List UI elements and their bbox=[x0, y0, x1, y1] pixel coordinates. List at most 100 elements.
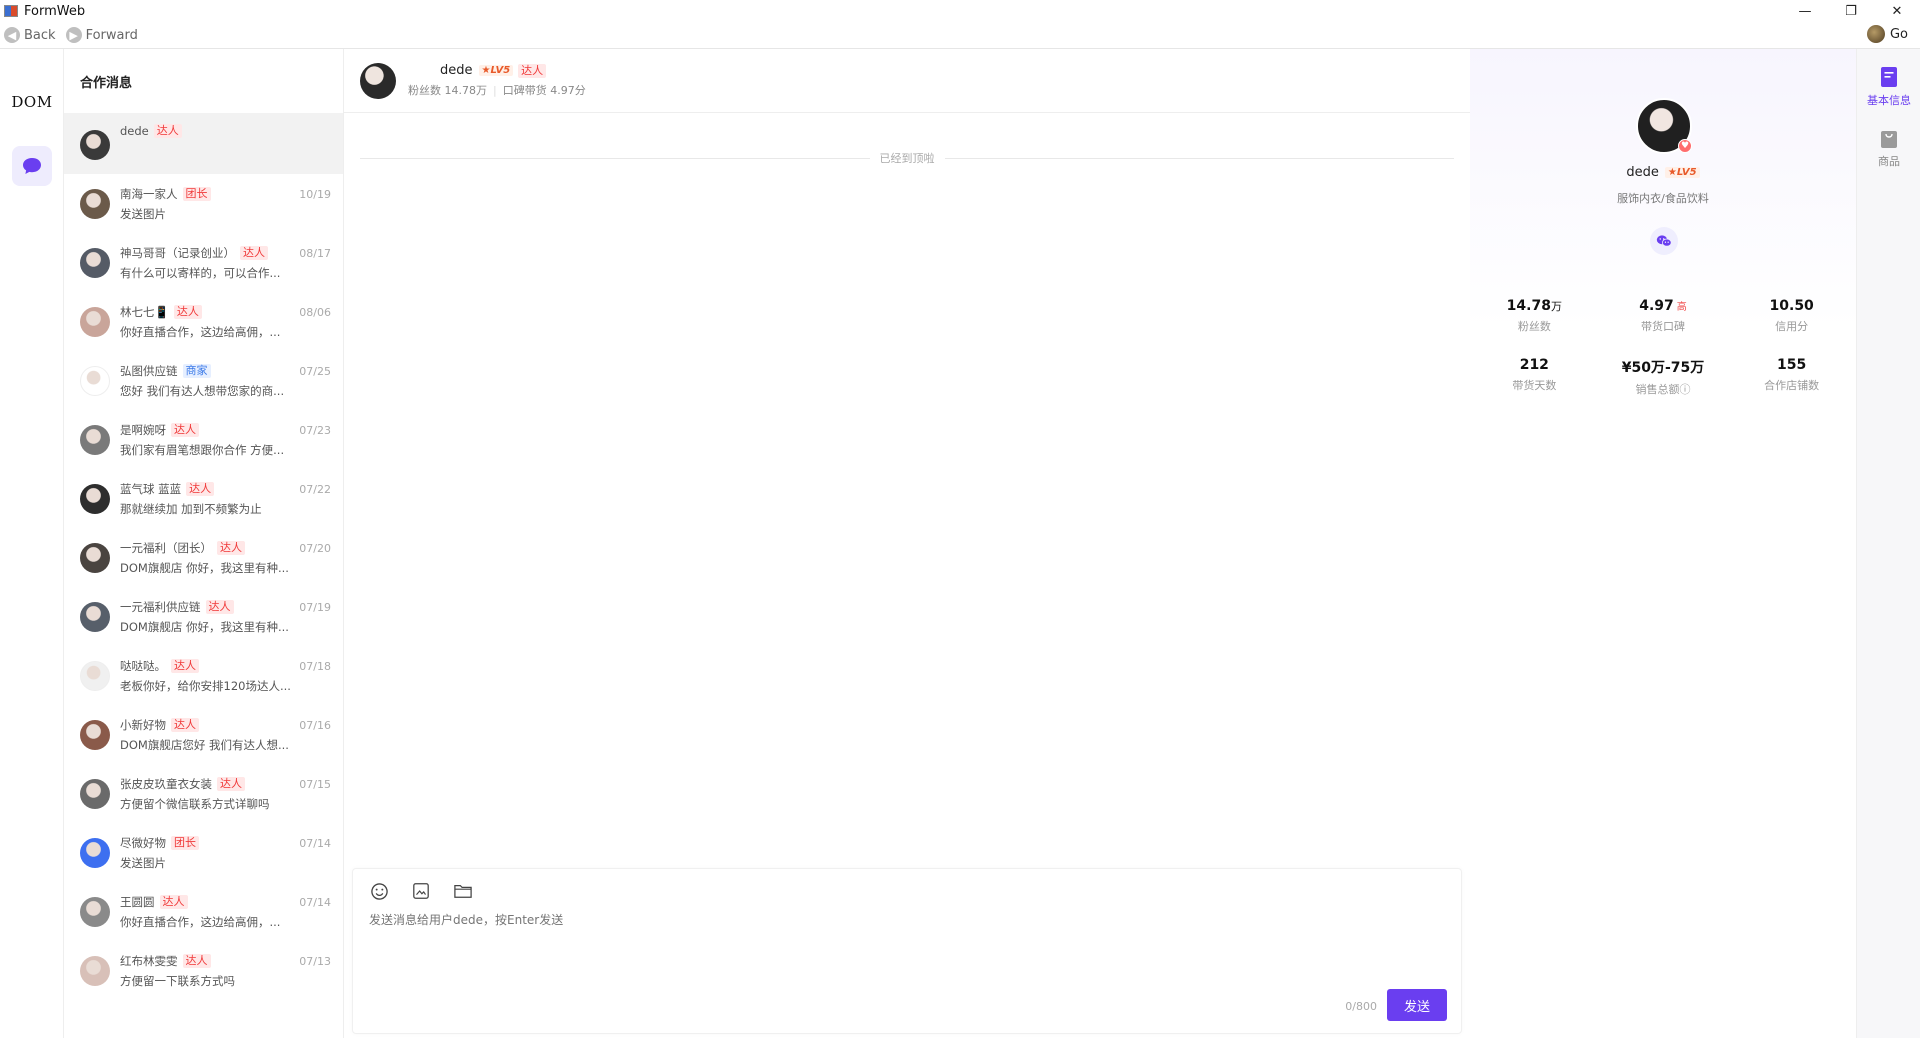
role-tag: 团长 bbox=[182, 186, 211, 201]
forward-label: Forward bbox=[85, 27, 138, 43]
conversation-name: 张皮皮玖童衣女装 bbox=[120, 776, 212, 791]
tab-products[interactable]: 商品 bbox=[1857, 127, 1920, 169]
role-tag: 达人 bbox=[159, 894, 188, 909]
send-button[interactable]: 发送 bbox=[1387, 989, 1447, 1021]
avatar bbox=[80, 365, 110, 396]
conversation-preview: 老板你好，给你安排120场达人... bbox=[120, 678, 291, 693]
stat-value: 155 bbox=[1777, 357, 1807, 373]
role-tag: 达人 bbox=[240, 245, 268, 260]
conversation-name: 林七七📱 bbox=[120, 304, 169, 319]
role-tag: 达人 bbox=[171, 717, 199, 732]
conversation-preview: 那就继续加 加到不频繁为止 bbox=[120, 501, 262, 516]
back-arrow-icon: ◀ bbox=[4, 27, 20, 43]
stat-label: 粉丝数 bbox=[1517, 320, 1551, 333]
browser-nav-bar: ◀ Back ▶ Forward Go bbox=[0, 22, 1920, 49]
conversation-name: 是啊婉呀 bbox=[120, 422, 166, 437]
conversation-item[interactable]: 王圆圆 达人 你好直播合作，这边给高佣，... 07/14 bbox=[64, 882, 343, 941]
conversation-item[interactable]: 弘图供应链 商家 您好 我们有达人想带您家的商... 07/25 bbox=[64, 351, 343, 410]
conversation-preview: 你好直播合作，这边给高佣，... bbox=[120, 914, 281, 929]
tab-basic-info[interactable]: 基本信息 bbox=[1857, 66, 1920, 108]
conversation-item[interactable]: 是啊婉呀 达人 我们家有眉笔想跟你合作 方便... 07/23 bbox=[64, 410, 343, 469]
conversation-date: 08/17 bbox=[299, 247, 331, 260]
window-title: FormWeb bbox=[24, 3, 86, 19]
minimize-button[interactable]: — bbox=[1782, 0, 1828, 22]
stat-item: 155 合作店铺数 bbox=[1727, 357, 1856, 397]
conversation-item[interactable]: 神马哥哥（记录创业） 达人 有什么可以寄样的，可以合作... 08/17 bbox=[64, 233, 343, 292]
conversation-item[interactable]: 一元福利供应链 达人 DOM旗舰店 你好，我这里有种... 07/19 bbox=[64, 587, 343, 646]
conversation-date: 07/22 bbox=[299, 483, 331, 496]
avatar bbox=[80, 778, 110, 809]
conversation-name: 红布林雯雯 bbox=[120, 953, 178, 968]
role-tag: 达人 bbox=[153, 124, 182, 138]
message-input[interactable] bbox=[369, 913, 969, 927]
restore-button[interactable]: ❐ bbox=[1828, 0, 1874, 22]
conversation-preview: 发送图片 bbox=[120, 855, 166, 870]
back-button[interactable]: ◀ Back bbox=[4, 27, 56, 43]
conversation-preview: 方便留个微信联系方式详聊吗 bbox=[120, 796, 270, 811]
conversation-name: 一元福利（团长） bbox=[120, 540, 212, 555]
conversation-preview: 我们家有眉笔想跟你合作 方便... bbox=[120, 442, 285, 457]
profile-category: 服饰内衣/食品饮料 bbox=[1617, 192, 1709, 205]
app-icon bbox=[4, 5, 18, 17]
wechat-button[interactable] bbox=[1650, 227, 1678, 255]
stat-value: 10.50 bbox=[1769, 298, 1814, 314]
conversation-item[interactable]: 蓝气球 蓝蓝 达人 那就继续加 加到不频繁为止 07/22 bbox=[64, 469, 343, 528]
stat-value: 212 bbox=[1519, 357, 1549, 373]
avatar bbox=[80, 424, 110, 455]
role-tag: 达人 bbox=[518, 63, 547, 78]
close-button[interactable]: ✕ bbox=[1874, 0, 1920, 22]
left-rail: DOM bbox=[0, 49, 64, 1038]
conversation-item[interactable]: 小新好物 达人 DOM旗舰店您好 我们有达人想... 07/16 bbox=[64, 705, 343, 764]
profile-name-row: dede ★LV5 bbox=[1470, 165, 1856, 180]
chat-header: dede ★LV5 达人 粉丝数 14.78万 | 口碑带货 4.97分 bbox=[344, 49, 1470, 113]
avatar bbox=[80, 660, 110, 691]
conversation-date: 07/14 bbox=[299, 896, 331, 909]
conversation-name: dede bbox=[120, 124, 149, 138]
conversation-item[interactable]: 红布林雯雯 达人 方便留一下联系方式吗 07/13 bbox=[64, 941, 343, 1000]
go-button[interactable]: Go bbox=[1866, 25, 1908, 43]
folder-button[interactable] bbox=[453, 881, 473, 901]
conversation-date: 07/25 bbox=[299, 365, 331, 378]
conversation-list: dede 达人 南海一家人 团长 发送图片 10/19 神马哥哥（记录创业） 达人 有什么可以寄… bbox=[64, 113, 343, 1000]
rail-chat-button[interactable] bbox=[12, 146, 52, 186]
conversation-date: 07/15 bbox=[299, 778, 331, 791]
conversation-item[interactable]: 张皮皮玖童衣女装 达人 方便留个微信联系方式详聊吗 07/15 bbox=[64, 764, 343, 823]
stat-level-tag: 高 bbox=[1676, 302, 1687, 313]
level-badge: ★LV5 bbox=[478, 65, 514, 76]
conversation-preview: DOM旗舰店您好 我们有达人想... bbox=[120, 737, 289, 752]
conversation-preview: DOM旗舰店 你好，我这里有种... bbox=[120, 560, 289, 575]
globe-icon bbox=[1866, 25, 1885, 43]
conversation-date: 07/23 bbox=[299, 424, 331, 437]
conversation-item[interactable]: dede 达人 bbox=[64, 113, 343, 174]
role-tag: 达人 bbox=[205, 599, 234, 614]
conversation-item[interactable]: 尽微好物 团长 发送图片 07/14 bbox=[64, 823, 343, 882]
verified-badge-icon: ♥ bbox=[1678, 139, 1692, 153]
stat-item: 4.97 高带货口碑 bbox=[1599, 298, 1728, 334]
conversation-name: 神马哥哥（记录创业） bbox=[120, 245, 235, 260]
chat-avatar[interactable] bbox=[360, 62, 396, 99]
conversation-item[interactable]: 哒哒哒。 达人 老板你好，给你安排120场达人... 07/18 bbox=[64, 646, 343, 705]
image-button[interactable] bbox=[411, 881, 431, 901]
conversation-date: 07/14 bbox=[299, 837, 331, 850]
avatar bbox=[80, 306, 110, 337]
conversation-item[interactable]: 南海一家人 团长 发送图片 10/19 bbox=[64, 174, 343, 233]
profile-name: dede bbox=[1626, 165, 1659, 180]
role-tag: 商家 bbox=[182, 363, 211, 378]
conversation-date: 07/19 bbox=[299, 601, 331, 614]
forward-button[interactable]: ▶ Forward bbox=[65, 27, 138, 43]
rating-score: 口碑带货 4.97分 bbox=[502, 84, 586, 97]
profile-stats: 14.78万 粉丝数 4.97 高带货口碑 10.50 信用分 212 带货天数 ¥50万-75… bbox=[1470, 298, 1856, 397]
conversation-date: 07/16 bbox=[299, 719, 331, 732]
avatar bbox=[80, 130, 110, 160]
profile-level-badge: ★LV5 bbox=[1664, 167, 1700, 178]
stat-item: 212 带货天数 bbox=[1470, 357, 1599, 397]
conversation-item[interactable]: 一元福利（团长） 达人 DOM旗舰店 你好，我这里有种... 07/20 bbox=[64, 528, 343, 587]
shopping-bag-icon bbox=[1881, 131, 1897, 148]
role-tag: 达人 bbox=[171, 658, 199, 673]
tab-basic-info-label: 基本信息 bbox=[1867, 94, 1911, 107]
stat-label: 销售总额ⓘ bbox=[1635, 383, 1691, 396]
conversation-item[interactable]: 林七七📱 达人 你好直播合作，这边给高佣，... 08/06 bbox=[64, 292, 343, 351]
emoji-button[interactable] bbox=[369, 881, 389, 901]
stat-label: 合作店铺数 bbox=[1764, 379, 1820, 392]
stat-item: 10.50 信用分 bbox=[1727, 298, 1856, 334]
